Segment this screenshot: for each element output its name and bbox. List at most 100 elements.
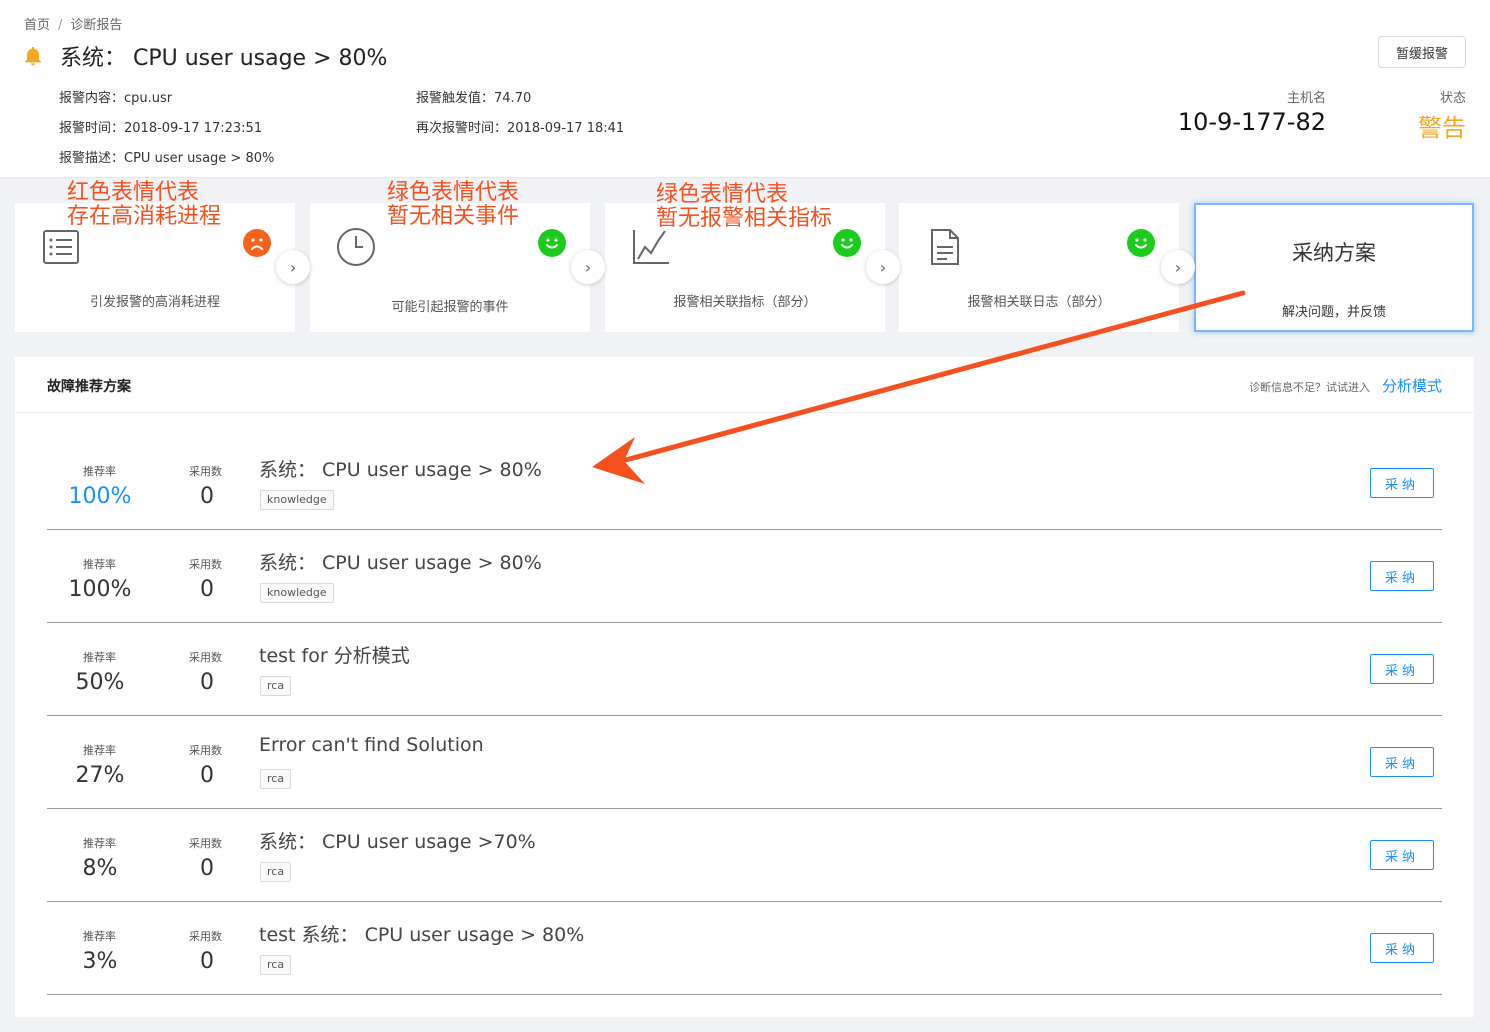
uses-label: 采用数 xyxy=(189,651,222,664)
adopt-button[interactable]: 采纳 xyxy=(1370,747,1434,777)
rate-value: 3% xyxy=(82,949,118,974)
solution-row: 推荐率 100% 采用数 0 系统： CPU user usage > 80% knowl… xyxy=(47,437,1442,530)
panel-title: 故障推荐方案 xyxy=(47,379,131,395)
solutions-panel: 故障推荐方案 诊断信息不足？试试进入 分析模式 推荐率 100% 采用数 0 系统： C… xyxy=(15,357,1474,1017)
annotation-green-events: 绿色表情代表 暂无相关事件 xyxy=(387,181,519,229)
breadcrumb-current: 诊断报告 xyxy=(70,18,123,33)
panel-hint: 诊断信息不足？试试进入 xyxy=(1249,381,1370,394)
annotation-line: 暂无相关事件 xyxy=(387,204,520,229)
uses-value: 0 xyxy=(200,763,214,788)
meta-content: 报警内容：cpu.usr xyxy=(59,87,172,106)
happy-face-icon xyxy=(1127,229,1155,257)
solution-tag: rca xyxy=(260,955,292,975)
solution-row: 推荐率 3% 采用数 0 test 系统： CPU user usage > 80% rc… xyxy=(47,902,1442,995)
meta-trigger: 报警触发值：74.70 xyxy=(416,87,531,106)
chevron-right-icon[interactable]: › xyxy=(1161,250,1195,284)
solution-row: 推荐率 100% 采用数 0 系统： CPU user usage > 80% knowl… xyxy=(47,530,1442,623)
chevron-right-icon[interactable]: › xyxy=(276,250,310,284)
meta-desc-value: CPU user usage > 80% xyxy=(124,151,275,166)
adopt-card-title: 采纳方案 xyxy=(1292,241,1376,265)
solution-row: 推荐率 27% 采用数 0 Error can't find Solution rca 采纳 xyxy=(47,716,1442,809)
annotation-line: 暂无报警相关指标 xyxy=(656,206,833,231)
chevron-right-icon[interactable]: › xyxy=(571,250,605,284)
alert-header: 首页 / 诊断报告 系统： CPU user usage > 80% 暂缓报警 报警… xyxy=(0,0,1490,178)
uses-value: 0 xyxy=(200,484,214,509)
solution-tag: rca xyxy=(260,676,292,696)
page-title: 系统： CPU user usage > 80% xyxy=(60,46,388,71)
meta-trigger-value: 74.70 xyxy=(494,91,532,106)
card-label: 引发报警的高消耗进程 xyxy=(89,295,220,310)
solution-tag: rca xyxy=(260,769,292,789)
meta-desc-label: 报警描述： xyxy=(59,151,125,166)
rate-label: 推荐率 xyxy=(83,744,116,757)
uses-value: 0 xyxy=(200,577,214,602)
meta-content-value: cpu.usr xyxy=(124,91,173,106)
annotation-line: 绿色表情代表 xyxy=(387,180,520,205)
breadcrumb-separator: / xyxy=(58,18,63,33)
solution-tag: knowledge xyxy=(260,583,334,603)
solution-tag: knowledge xyxy=(260,490,334,510)
panel-header: 故障推荐方案 诊断信息不足？试试进入 分析模式 xyxy=(15,357,1474,413)
uses-label: 采用数 xyxy=(189,744,222,757)
annotation-green-metrics: 绿色表情代表 暂无报警相关指标 xyxy=(656,183,832,231)
rate-value: 8% xyxy=(82,856,118,881)
solution-row: 推荐率 50% 采用数 0 test for 分析模式 rca 采纳 xyxy=(47,623,1442,716)
uses-label: 采用数 xyxy=(189,930,222,943)
solution-title[interactable]: 系统： CPU user usage > 80% xyxy=(259,455,542,482)
adopt-button[interactable]: 采纳 xyxy=(1370,933,1434,963)
host-value: 10-9-177-82 xyxy=(1177,108,1326,136)
state-value: 警告 xyxy=(1418,114,1466,142)
solution-title[interactable]: 系统： CPU user usage >70% xyxy=(259,827,536,854)
adopt-card-subtitle: 解决问题，并反馈 xyxy=(1281,305,1386,320)
analysis-mode-link[interactable]: 分析模式 xyxy=(1382,375,1442,396)
solution-row: 推荐率 8% 采用数 0 系统： CPU user usage >70% rca 采纳 xyxy=(47,809,1442,902)
solution-tag: rca xyxy=(260,862,292,882)
line-chart-icon xyxy=(633,230,669,264)
meta-time: 报警时间：2018-09-17 17:23:51 xyxy=(59,117,262,136)
meta-time-label: 报警时间： xyxy=(59,121,125,136)
rate-value: 100% xyxy=(68,577,132,602)
annotation-red-face: 红色表情代表 存在高消耗进程 xyxy=(67,181,221,229)
card-label: 报警相关联日志（部分） xyxy=(967,295,1111,310)
bell-icon xyxy=(25,46,41,66)
meta-retime-label: 再次报警时间： xyxy=(416,121,508,136)
breadcrumb: 首页 / 诊断报告 xyxy=(24,14,122,33)
solution-title[interactable]: test for 分析模式 xyxy=(259,641,410,668)
solution-title[interactable]: test 系统： CPU user usage > 80% xyxy=(259,920,584,947)
meta-desc: 报警描述：CPU user usage > 80% xyxy=(59,147,274,166)
uses-label: 采用数 xyxy=(189,465,222,478)
host-label: 主机名 xyxy=(1286,91,1326,106)
card-label: 可能引起报警的事件 xyxy=(391,300,509,315)
happy-face-icon xyxy=(833,229,861,257)
annotation-line: 存在高消耗进程 xyxy=(67,204,222,229)
clock-icon xyxy=(337,228,375,266)
meta-time-value: 2018-09-17 17:23:51 xyxy=(124,121,263,136)
rate-label: 推荐率 xyxy=(83,465,116,478)
chevron-right-icon[interactable]: › xyxy=(866,250,900,284)
solution-title[interactable]: 系统： CPU user usage > 80% xyxy=(259,548,542,575)
rate-label: 推荐率 xyxy=(83,651,116,664)
uses-label: 采用数 xyxy=(189,558,222,571)
adopt-solution-card[interactable]: 采纳方案 解决问题，并反馈 xyxy=(1194,203,1474,332)
rate-value: 50% xyxy=(75,670,125,695)
adopt-button[interactable]: 采纳 xyxy=(1370,654,1434,684)
rate-label: 推荐率 xyxy=(83,837,116,850)
breadcrumb-home[interactable]: 首页 xyxy=(24,18,50,33)
card-logs[interactable]: 报警相关联日志（部分） xyxy=(899,203,1179,332)
adopt-button[interactable]: 采纳 xyxy=(1370,561,1434,591)
uses-value: 0 xyxy=(200,670,214,695)
rate-value: 27% xyxy=(75,763,125,788)
sad-face-icon xyxy=(243,229,271,257)
document-icon xyxy=(931,229,959,265)
list-icon xyxy=(43,230,79,264)
snooze-alert-button[interactable]: 暂缓报警 xyxy=(1378,36,1466,68)
adopt-button[interactable]: 采纳 xyxy=(1370,840,1434,870)
happy-face-icon xyxy=(538,229,566,257)
state-label: 状态 xyxy=(1439,91,1466,106)
solution-title[interactable]: Error can't find Solution xyxy=(259,734,484,756)
meta-retime: 再次报警时间：2018-09-17 18:41 xyxy=(416,117,624,136)
adopt-button[interactable]: 采纳 xyxy=(1370,468,1434,498)
meta-retime-value: 2018-09-17 18:41 xyxy=(507,121,625,136)
rate-label: 推荐率 xyxy=(83,558,116,571)
uses-label: 采用数 xyxy=(189,837,222,850)
